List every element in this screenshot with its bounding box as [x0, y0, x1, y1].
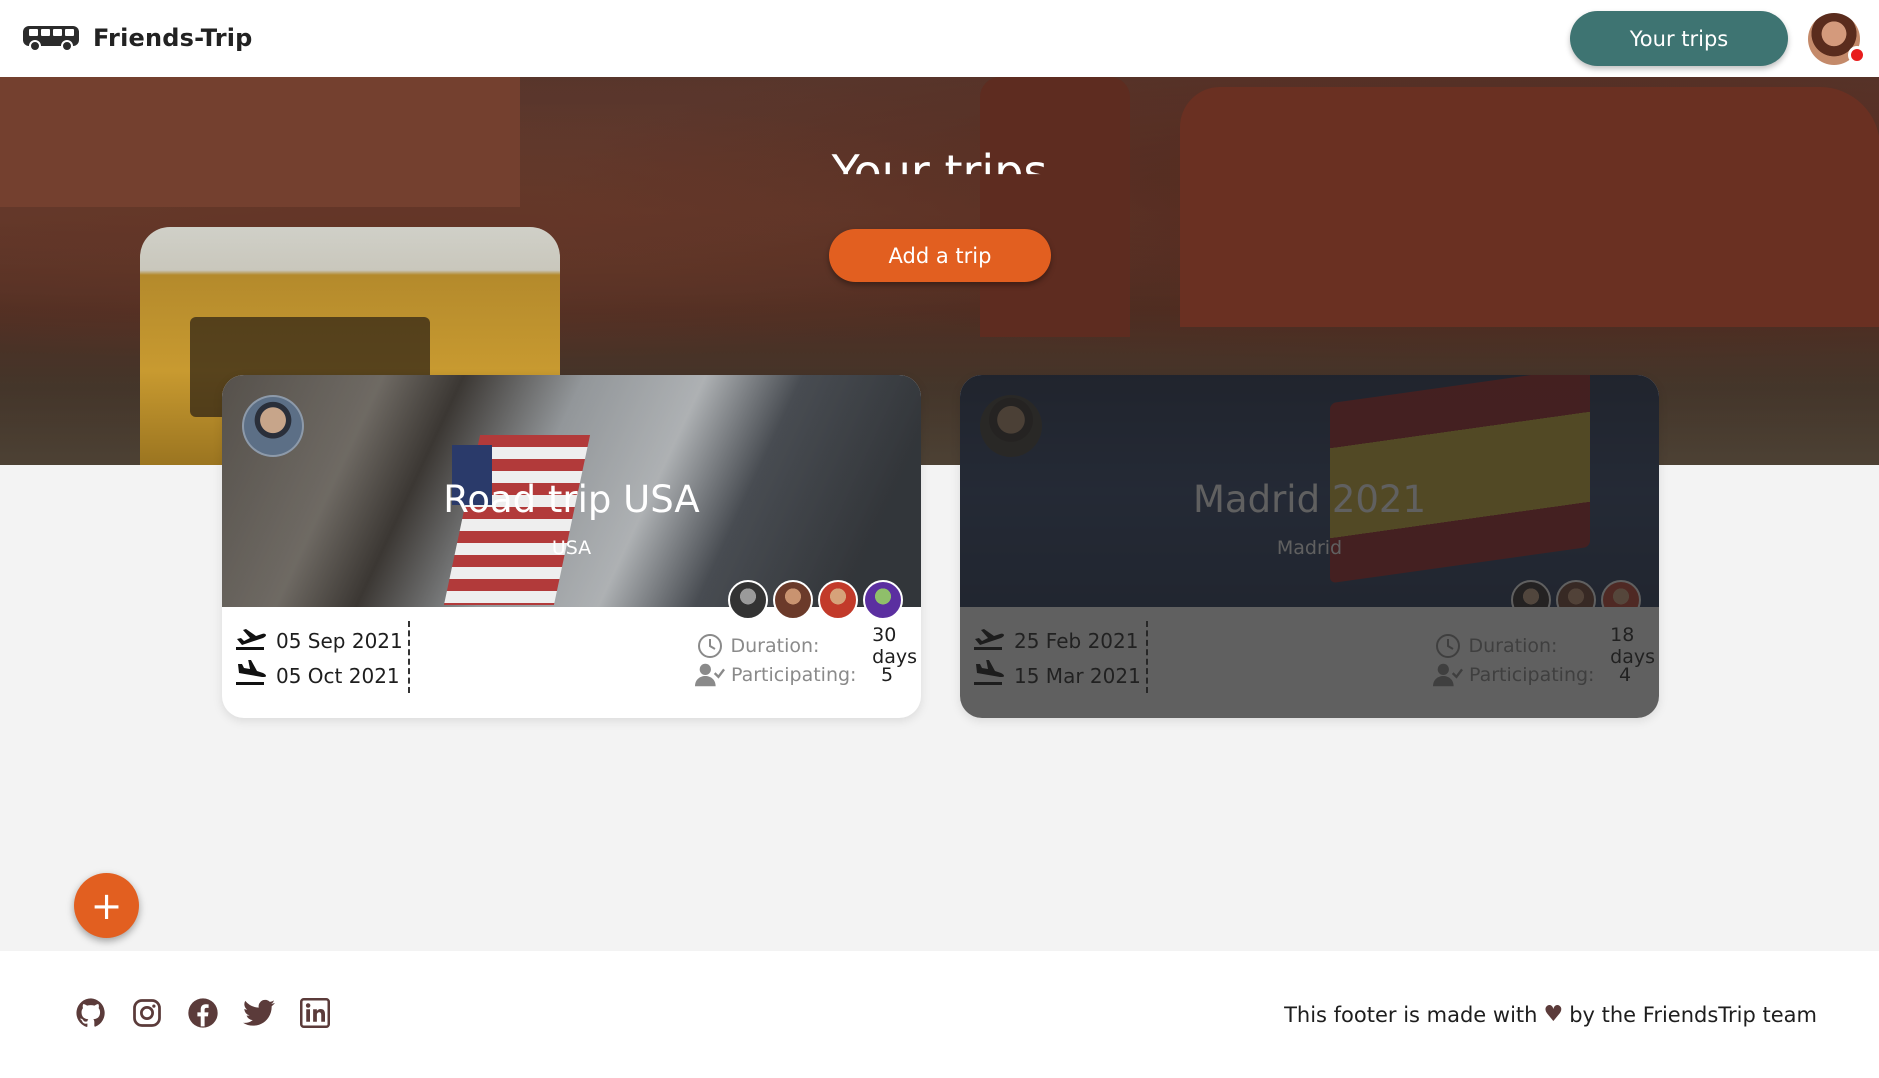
trip-location: Madrid — [1276, 537, 1343, 559]
clock-icon — [1433, 633, 1463, 659]
trip-card[interactable]: Madrid 2021 Madrid 25 Feb 2021 15 Mar 20… — [960, 375, 1659, 718]
trip-cover-image: Road trip USA USA — [222, 375, 921, 620]
trip-card[interactable]: Road trip USA USA 05 Sep 2021 05 Oct 202… — [222, 375, 921, 718]
participating-label: Participating: — [1469, 663, 1595, 686]
brand[interactable]: Friends-Trip — [21, 20, 253, 56]
duration-label: Duration: — [730, 634, 820, 657]
arrival-date-row: 05 Oct 2021 — [234, 658, 403, 693]
notification-dot — [1848, 46, 1866, 64]
rock-formation — [1180, 87, 1879, 327]
trip-dates: 25 Feb 2021 15 Mar 2021 — [972, 623, 1141, 693]
github-icon[interactable] — [75, 997, 107, 1029]
facebook-icon[interactable] — [187, 997, 219, 1029]
participating-value: 4 — [1619, 663, 1632, 686]
add-trip-button[interactable]: Add a trip — [829, 229, 1051, 282]
trip-title: Madrid 2021 — [1193, 478, 1426, 521]
departure-date-row: 05 Sep 2021 — [234, 623, 403, 658]
plane-arrival-icon — [972, 659, 1014, 691]
plane-departure-icon — [234, 625, 276, 656]
trip-location: USA — [551, 537, 592, 559]
user-check-icon — [695, 662, 725, 688]
social-links — [75, 997, 331, 1029]
footer-text-before: This footer is made with — [1284, 1002, 1538, 1027]
departure-date-row: 25 Feb 2021 — [972, 623, 1141, 658]
trip-owner-avatar[interactable] — [980, 395, 1042, 457]
dates-divider — [1146, 621, 1148, 693]
footer-credit: This footer is made with ♥ by the Friend… — [1284, 1002, 1817, 1027]
plane-departure-icon — [972, 625, 1014, 656]
end-date: 15 Mar 2021 — [1014, 663, 1141, 688]
duration-row: Duration: 18 days — [1433, 624, 1655, 668]
rock-formation — [0, 77, 520, 207]
instagram-icon[interactable] — [131, 997, 163, 1029]
rock-formation — [980, 77, 1130, 337]
user-check-icon — [1433, 662, 1463, 688]
trip-info: 05 Sep 2021 05 Oct 2021 Duration: 30 day… — [222, 607, 921, 718]
trip-cover-image: Madrid 2021 Madrid — [960, 375, 1659, 620]
dates-divider — [408, 621, 410, 693]
twitter-icon[interactable] — [243, 997, 275, 1029]
linkedin-icon[interactable] — [299, 997, 331, 1029]
van-logo-icon — [21, 20, 83, 56]
your-trips-button[interactable]: Your trips — [1570, 11, 1788, 66]
arrival-date-row: 15 Mar 2021 — [972, 658, 1141, 693]
footer-text-after: by the FriendsTrip team — [1569, 1002, 1817, 1027]
duration-value: 30 days — [872, 623, 917, 668]
plane-arrival-icon — [234, 659, 276, 691]
start-date: 25 Feb 2021 — [1014, 628, 1139, 653]
brand-name: Friends-Trip — [93, 24, 253, 52]
duration-label: Duration: — [1468, 634, 1558, 657]
trip-stats: Duration: 18 days Participating: 4 — [1433, 624, 1655, 689]
navbar: Friends-Trip Your trips — [0, 0, 1879, 77]
participating-row: Participating: 4 — [1433, 660, 1655, 689]
start-date: 05 Sep 2021 — [276, 628, 403, 653]
participating-value: 5 — [881, 663, 894, 686]
duration-row: Duration: 30 days — [695, 624, 917, 668]
trip-dates: 05 Sep 2021 05 Oct 2021 — [234, 623, 403, 693]
trip-stats: Duration: 30 days Participating: 5 — [695, 624, 917, 689]
duration-value: 18 days — [1610, 623, 1655, 668]
clock-icon — [695, 633, 725, 659]
trip-info: 25 Feb 2021 15 Mar 2021 Duration: 18 day… — [960, 607, 1659, 718]
participating-row: Participating: 5 — [695, 660, 917, 689]
end-date: 05 Oct 2021 — [276, 663, 400, 688]
floating-add-button[interactable]: + — [74, 873, 139, 938]
trip-title: Road trip USA — [443, 478, 700, 521]
footer: This footer is made with ♥ by the Friend… — [0, 951, 1879, 1078]
heart-icon: ♥ — [1543, 1002, 1564, 1027]
participating-label: Participating: — [731, 663, 857, 686]
trip-owner-avatar[interactable] — [242, 395, 304, 457]
